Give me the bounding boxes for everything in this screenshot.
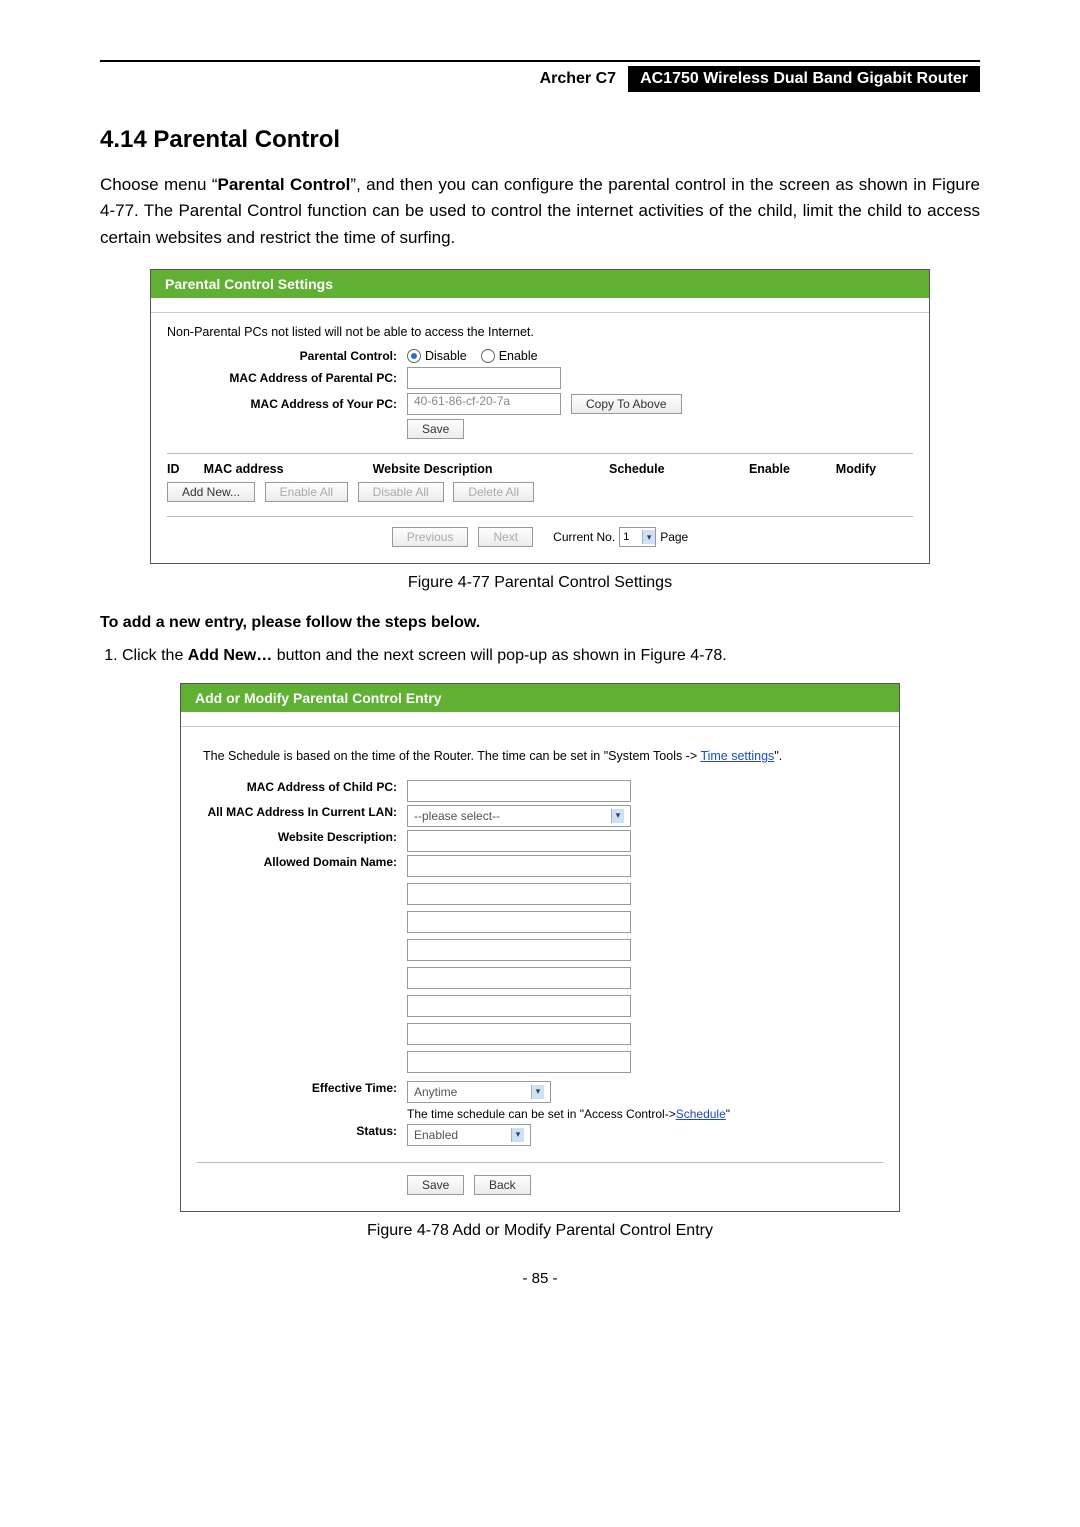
domain-input-2[interactable] bbox=[407, 883, 631, 905]
parental-control-label: Parental Control: bbox=[167, 349, 407, 363]
website-desc-input[interactable] bbox=[407, 830, 631, 852]
page-number-select[interactable]: 1 ▾ bbox=[619, 527, 656, 547]
delete-all-button[interactable]: Delete All bbox=[453, 482, 534, 502]
back-button[interactable]: Back bbox=[474, 1175, 531, 1195]
schedule-link[interactable]: Schedule bbox=[676, 1107, 726, 1121]
step1-after: button and the next screen will pop-up a… bbox=[272, 647, 727, 664]
section-title: 4.14 Parental Control bbox=[100, 126, 980, 154]
page-number: - 85 - bbox=[100, 1270, 980, 1287]
figure-caption-2: Figure 4-78 Add or Modify Parental Contr… bbox=[100, 1222, 980, 1240]
radio-dot-checked-icon bbox=[407, 349, 421, 363]
intro-bold: Parental Control bbox=[218, 175, 351, 194]
domain-input-7[interactable] bbox=[407, 1023, 631, 1045]
chevron-down-icon: ▾ bbox=[611, 809, 624, 823]
step1-before: Click the bbox=[122, 647, 188, 664]
radio-dot-icon bbox=[481, 349, 495, 363]
pager: Previous Next Current No. 1 ▾ Page bbox=[167, 516, 913, 547]
effective-time-help: The time schedule can be set in "Access … bbox=[407, 1107, 730, 1121]
schedule-note: The Schedule is based on the time of the… bbox=[197, 739, 883, 777]
step-1: Click the Add New… button and the next s… bbox=[122, 644, 980, 669]
page-label: Page bbox=[660, 530, 688, 544]
figure-caption-1: Figure 4-77 Parental Control Settings bbox=[100, 574, 980, 592]
effective-time-select[interactable]: Anytime ▾ bbox=[407, 1081, 551, 1103]
th-id: ID bbox=[167, 462, 204, 476]
status-value: Enabled bbox=[414, 1128, 458, 1142]
page-number-value: 1 bbox=[623, 531, 629, 543]
schedule-note-after: ". bbox=[774, 749, 782, 763]
radio-enable[interactable]: Enable bbox=[481, 349, 538, 363]
steps-list: Click the Add New… button and the next s… bbox=[122, 644, 980, 669]
panel-title: Parental Control Settings bbox=[151, 270, 929, 298]
all-mac-select-value: --please select-- bbox=[414, 809, 500, 823]
all-mac-label: All MAC Address In Current LAN: bbox=[197, 805, 407, 827]
step1-bold: Add New… bbox=[188, 647, 272, 664]
th-enable: Enable bbox=[749, 462, 836, 476]
entries-table-header: ID MAC address Website Description Sched… bbox=[167, 453, 913, 476]
th-modify: Modify bbox=[836, 462, 913, 476]
current-no-label: Current No. bbox=[553, 530, 615, 544]
th-mac: MAC address bbox=[204, 462, 373, 476]
mac-parent-input[interactable] bbox=[407, 367, 561, 389]
chevron-down-icon: ▾ bbox=[511, 1128, 524, 1142]
header-product: AC1750 Wireless Dual Band Gigabit Router bbox=[628, 66, 980, 92]
copy-to-above-button[interactable]: Copy To Above bbox=[571, 394, 682, 414]
settings-note: Non-Parental PCs not listed will not be … bbox=[167, 325, 913, 339]
domain-input-8[interactable] bbox=[407, 1051, 631, 1073]
effective-time-value: Anytime bbox=[414, 1085, 457, 1099]
next-button[interactable]: Next bbox=[478, 527, 533, 547]
mac-your-label: MAC Address of Your PC: bbox=[167, 397, 407, 411]
add-new-button[interactable]: Add New... bbox=[167, 482, 255, 502]
mac-parent-label: MAC Address of Parental PC: bbox=[167, 371, 407, 385]
disable-all-button[interactable]: Disable All bbox=[358, 482, 444, 502]
domain-input-5[interactable] bbox=[407, 967, 631, 989]
radio-disable[interactable]: Disable bbox=[407, 349, 467, 363]
page-header: Archer C7 AC1750 Wireless Dual Band Giga… bbox=[100, 60, 980, 96]
th-desc: Website Description bbox=[373, 462, 609, 476]
time-settings-link[interactable]: Time settings bbox=[700, 749, 774, 763]
save-button[interactable]: Save bbox=[407, 419, 464, 439]
mac-your-input[interactable]: 40-61-86-cf-20-7a bbox=[407, 393, 561, 415]
header-model: Archer C7 bbox=[540, 70, 628, 88]
prev-button[interactable]: Previous bbox=[392, 527, 469, 547]
allowed-domain-label: Allowed Domain Name: bbox=[197, 855, 407, 869]
all-mac-select[interactable]: --please select-- ▾ bbox=[407, 805, 631, 827]
status-select[interactable]: Enabled ▾ bbox=[407, 1124, 531, 1146]
mac-child-input[interactable] bbox=[407, 780, 631, 802]
domain-input-3[interactable] bbox=[407, 911, 631, 933]
steps-heading: To add a new entry, please follow the st… bbox=[100, 614, 980, 632]
intro-paragraph: Choose menu “Parental Control”, and then… bbox=[100, 172, 980, 251]
panel-title-2: Add or Modify Parental Control Entry bbox=[181, 684, 899, 712]
enable-all-button[interactable]: Enable All bbox=[265, 482, 348, 502]
add-modify-entry-screenshot: Add or Modify Parental Control Entry The… bbox=[180, 683, 900, 1212]
status-label: Status: bbox=[197, 1124, 407, 1146]
radio-disable-label: Disable bbox=[425, 349, 467, 363]
radio-enable-label: Enable bbox=[499, 349, 538, 363]
chevron-down-icon: ▾ bbox=[642, 530, 655, 544]
help-after: " bbox=[726, 1107, 730, 1121]
parental-control-settings-screenshot: Parental Control Settings Non-Parental P… bbox=[150, 269, 930, 564]
save-button-2[interactable]: Save bbox=[407, 1175, 464, 1195]
effective-time-label: Effective Time: bbox=[197, 1081, 407, 1121]
chevron-down-icon: ▾ bbox=[531, 1085, 544, 1099]
intro-text-before: Choose menu “ bbox=[100, 175, 218, 194]
domain-input-4[interactable] bbox=[407, 939, 631, 961]
domain-input-1[interactable] bbox=[407, 855, 631, 877]
domain-input-6[interactable] bbox=[407, 995, 631, 1017]
mac-child-label: MAC Address of Child PC: bbox=[197, 780, 407, 802]
help-before: The time schedule can be set in "Access … bbox=[407, 1107, 676, 1121]
th-schedule: Schedule bbox=[609, 462, 749, 476]
website-desc-label: Website Description: bbox=[197, 830, 407, 852]
schedule-note-before: The Schedule is based on the time of the… bbox=[203, 749, 700, 763]
